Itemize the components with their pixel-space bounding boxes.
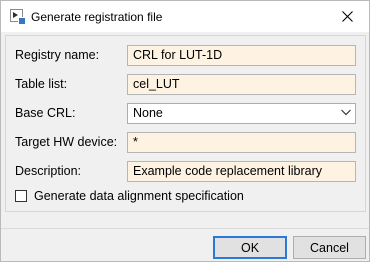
button-separator bbox=[1, 228, 369, 229]
target-hw-field[interactable]: * bbox=[127, 132, 356, 153]
window-title: Generate registration file bbox=[31, 10, 163, 24]
close-icon bbox=[341, 11, 353, 22]
app-icon bbox=[10, 9, 26, 25]
description-field[interactable]: Example code replacement library bbox=[127, 161, 356, 182]
base-crl-label: Base CRL: bbox=[15, 106, 76, 120]
alignment-checkbox-label[interactable]: Generate data alignment specification bbox=[34, 189, 244, 203]
cancel-button[interactable]: Cancel bbox=[293, 236, 366, 259]
table-list-field[interactable]: cel_LUT bbox=[127, 74, 356, 95]
generate-registration-dialog: Generate registration file Registry name… bbox=[0, 0, 370, 262]
table-list-label: Table list: bbox=[15, 77, 68, 91]
target-hw-label: Target HW device: bbox=[15, 135, 118, 149]
base-crl-value: None bbox=[133, 106, 163, 120]
registry-name-field[interactable]: CRL for LUT-1D bbox=[127, 45, 356, 66]
title-bar: Generate registration file bbox=[1, 1, 369, 32]
registry-name-label: Registry name: bbox=[15, 48, 100, 62]
ok-button[interactable]: OK bbox=[213, 236, 287, 259]
alignment-checkbox[interactable] bbox=[15, 190, 27, 202]
alignment-option: Generate data alignment specification bbox=[15, 189, 244, 203]
chevron-down-icon bbox=[341, 109, 351, 116]
base-crl-select[interactable]: None bbox=[127, 103, 356, 124]
close-button[interactable] bbox=[325, 1, 369, 32]
description-label: Description: bbox=[15, 164, 81, 178]
